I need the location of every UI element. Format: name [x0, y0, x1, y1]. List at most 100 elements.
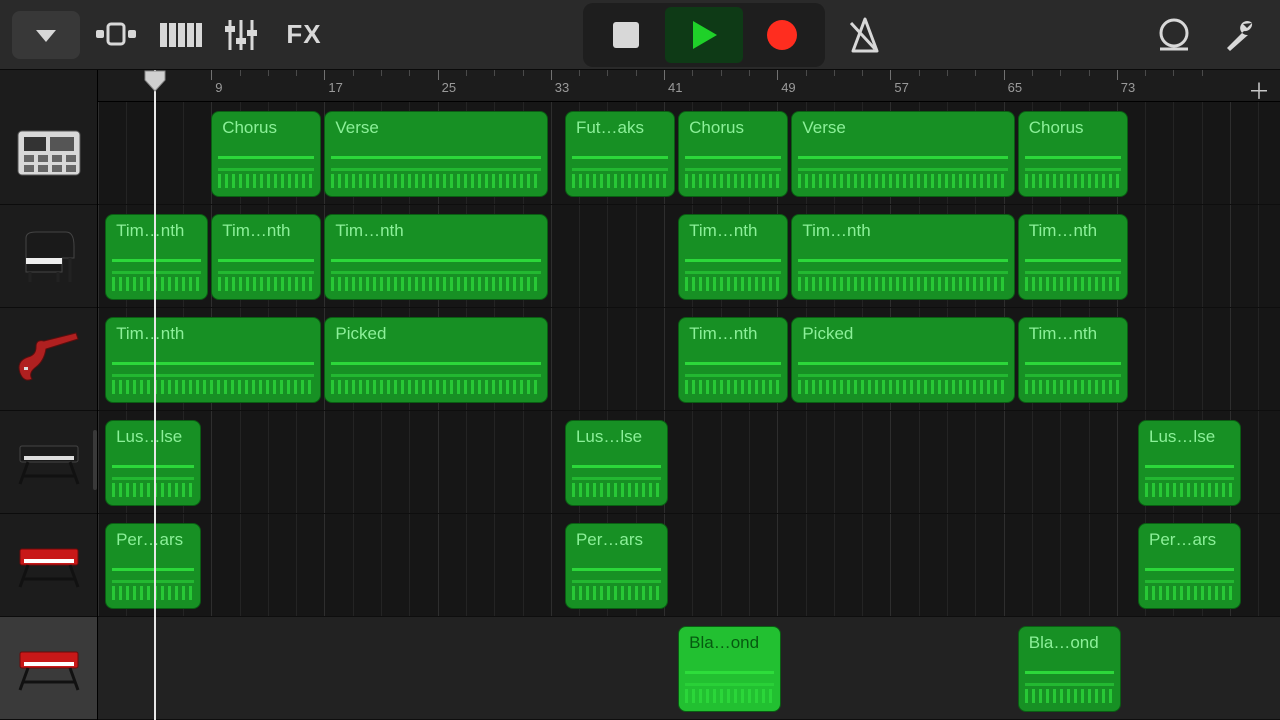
region-label: Tim…nth: [106, 318, 320, 344]
mixer-button[interactable]: [216, 11, 266, 59]
region-waveform: [218, 253, 314, 291]
region-waveform: [685, 253, 781, 291]
region-label: Picked: [792, 318, 1013, 344]
track-headers: [0, 70, 98, 720]
region-label: Lus…lse: [1139, 421, 1240, 447]
region-waveform: [572, 150, 668, 188]
track-row[interactable]: Per…arsPer…arsPer…ars: [98, 514, 1280, 617]
arrangement-body: ＋ 91725334149576573 ChorusVerseFut…aksCh…: [0, 70, 1280, 720]
track-row[interactable]: Bla…ond Bla…ond: [98, 617, 1280, 720]
instrument-view-button[interactable]: [156, 11, 206, 59]
region-label: Fut…aks: [566, 112, 674, 138]
region-label: Per…ars: [1139, 524, 1240, 550]
play-button[interactable]: [665, 7, 743, 63]
keyboard-red-icon: [13, 537, 85, 593]
stop-icon: [613, 22, 639, 48]
drum-machine-icon: [13, 125, 85, 181]
track-header[interactable]: [0, 308, 97, 411]
region[interactable]: Tim…nth: [678, 214, 788, 300]
settings-button[interactable]: [1212, 11, 1268, 59]
scroll-indicator[interactable]: [93, 430, 97, 490]
region-label: Bla…ond: [679, 627, 780, 653]
region[interactable]: Bla…ond: [1018, 626, 1121, 712]
record-icon: [766, 19, 798, 51]
region-waveform: [685, 356, 781, 394]
region[interactable]: Chorus: [678, 111, 788, 197]
region[interactable]: Picked: [324, 317, 547, 403]
region-label: Lus…lse: [566, 421, 667, 447]
region[interactable]: Picked: [791, 317, 1014, 403]
bass-guitar-icon: [13, 331, 85, 387]
region[interactable]: Tim…nth: [105, 214, 208, 300]
region-label: Chorus: [679, 112, 787, 138]
track-row[interactable]: ChorusVerseFut…aksChorusVerseChorus: [98, 102, 1280, 205]
track-header[interactable]: [0, 514, 97, 617]
region-label: Per…ars: [566, 524, 667, 550]
region[interactable]: Verse: [324, 111, 547, 197]
region[interactable]: Tim…nth: [791, 214, 1014, 300]
region-waveform: [218, 150, 314, 188]
track-header[interactable]: [0, 102, 97, 205]
region[interactable]: Tim…nth: [1018, 317, 1128, 403]
region-waveform: [331, 150, 540, 188]
playhead-line[interactable]: [154, 70, 156, 720]
region-waveform: [1145, 459, 1234, 497]
fx-button[interactable]: FX: [276, 11, 332, 59]
record-button[interactable]: [743, 7, 821, 63]
region-label: Verse: [792, 112, 1013, 138]
region-waveform: [798, 150, 1007, 188]
stop-button[interactable]: [587, 7, 665, 63]
region-label: Tim…nth: [325, 215, 546, 241]
region-waveform: [1025, 356, 1121, 394]
transport: [583, 3, 825, 67]
track-header[interactable]: [0, 617, 97, 720]
region[interactable]: Tim…nth: [678, 317, 788, 403]
track-header[interactable]: [0, 411, 97, 514]
track-row[interactable]: Tim…nthPickedTim…nthPickedTim…nth: [98, 308, 1280, 411]
region[interactable]: Chorus: [1018, 111, 1128, 197]
region[interactable]: Tim…nth: [324, 214, 547, 300]
timeline[interactable]: ＋ 91725334149576573 ChorusVerseFut…aksCh…: [98, 70, 1280, 720]
region-waveform: [572, 459, 661, 497]
region[interactable]: Bla…ond: [678, 626, 781, 712]
ruler[interactable]: ＋ 91725334149576573: [98, 70, 1280, 102]
tracks-area[interactable]: ChorusVerseFut…aksChorusVerseChorusTim…n…: [98, 102, 1280, 720]
region-label: Tim…nth: [106, 215, 207, 241]
region-waveform: [1145, 562, 1234, 600]
region-waveform: [331, 253, 540, 291]
region-waveform: [1025, 150, 1121, 188]
tracks-view-button[interactable]: [90, 11, 146, 59]
region[interactable]: Per…ars: [565, 523, 668, 609]
track-row[interactable]: Lus…lseLus…lseLus…lse: [98, 411, 1280, 514]
playhead-handle[interactable]: [143, 70, 167, 92]
metronome-off-icon: [845, 15, 885, 55]
region[interactable]: Per…ars: [1138, 523, 1241, 609]
region[interactable]: Tim…nth: [1018, 214, 1128, 300]
region-waveform: [112, 253, 201, 291]
region[interactable]: Lus…lse: [565, 420, 668, 506]
track-row[interactable]: Tim…nthTim…nthTim…nthTim…nthTim…nthTim…n…: [98, 205, 1280, 308]
region-label: Chorus: [1019, 112, 1127, 138]
region[interactable]: Tim…nth: [105, 317, 321, 403]
metronome-button[interactable]: [835, 11, 895, 59]
region-label: Bla…ond: [1019, 627, 1120, 653]
region-waveform: [331, 356, 540, 394]
region-label: Tim…nth: [679, 318, 787, 344]
region[interactable]: Tim…nth: [211, 214, 321, 300]
region-label: Tim…nth: [212, 215, 320, 241]
tracks-icon: [96, 20, 140, 50]
region[interactable]: Verse: [791, 111, 1014, 197]
region-waveform: [1025, 665, 1114, 703]
loop-button[interactable]: [1146, 11, 1202, 59]
region[interactable]: Lus…lse: [1138, 420, 1241, 506]
region-waveform: [798, 253, 1007, 291]
region[interactable]: Chorus: [211, 111, 321, 197]
region-label: Tim…nth: [1019, 215, 1127, 241]
view-menu-button[interactable]: [12, 11, 80, 59]
region[interactable]: Fut…aks: [565, 111, 675, 197]
play-icon: [689, 19, 719, 51]
faders-icon: [224, 20, 258, 50]
keyboard-red-icon: [13, 640, 85, 696]
region-waveform: [798, 356, 1007, 394]
track-header[interactable]: [0, 205, 97, 308]
